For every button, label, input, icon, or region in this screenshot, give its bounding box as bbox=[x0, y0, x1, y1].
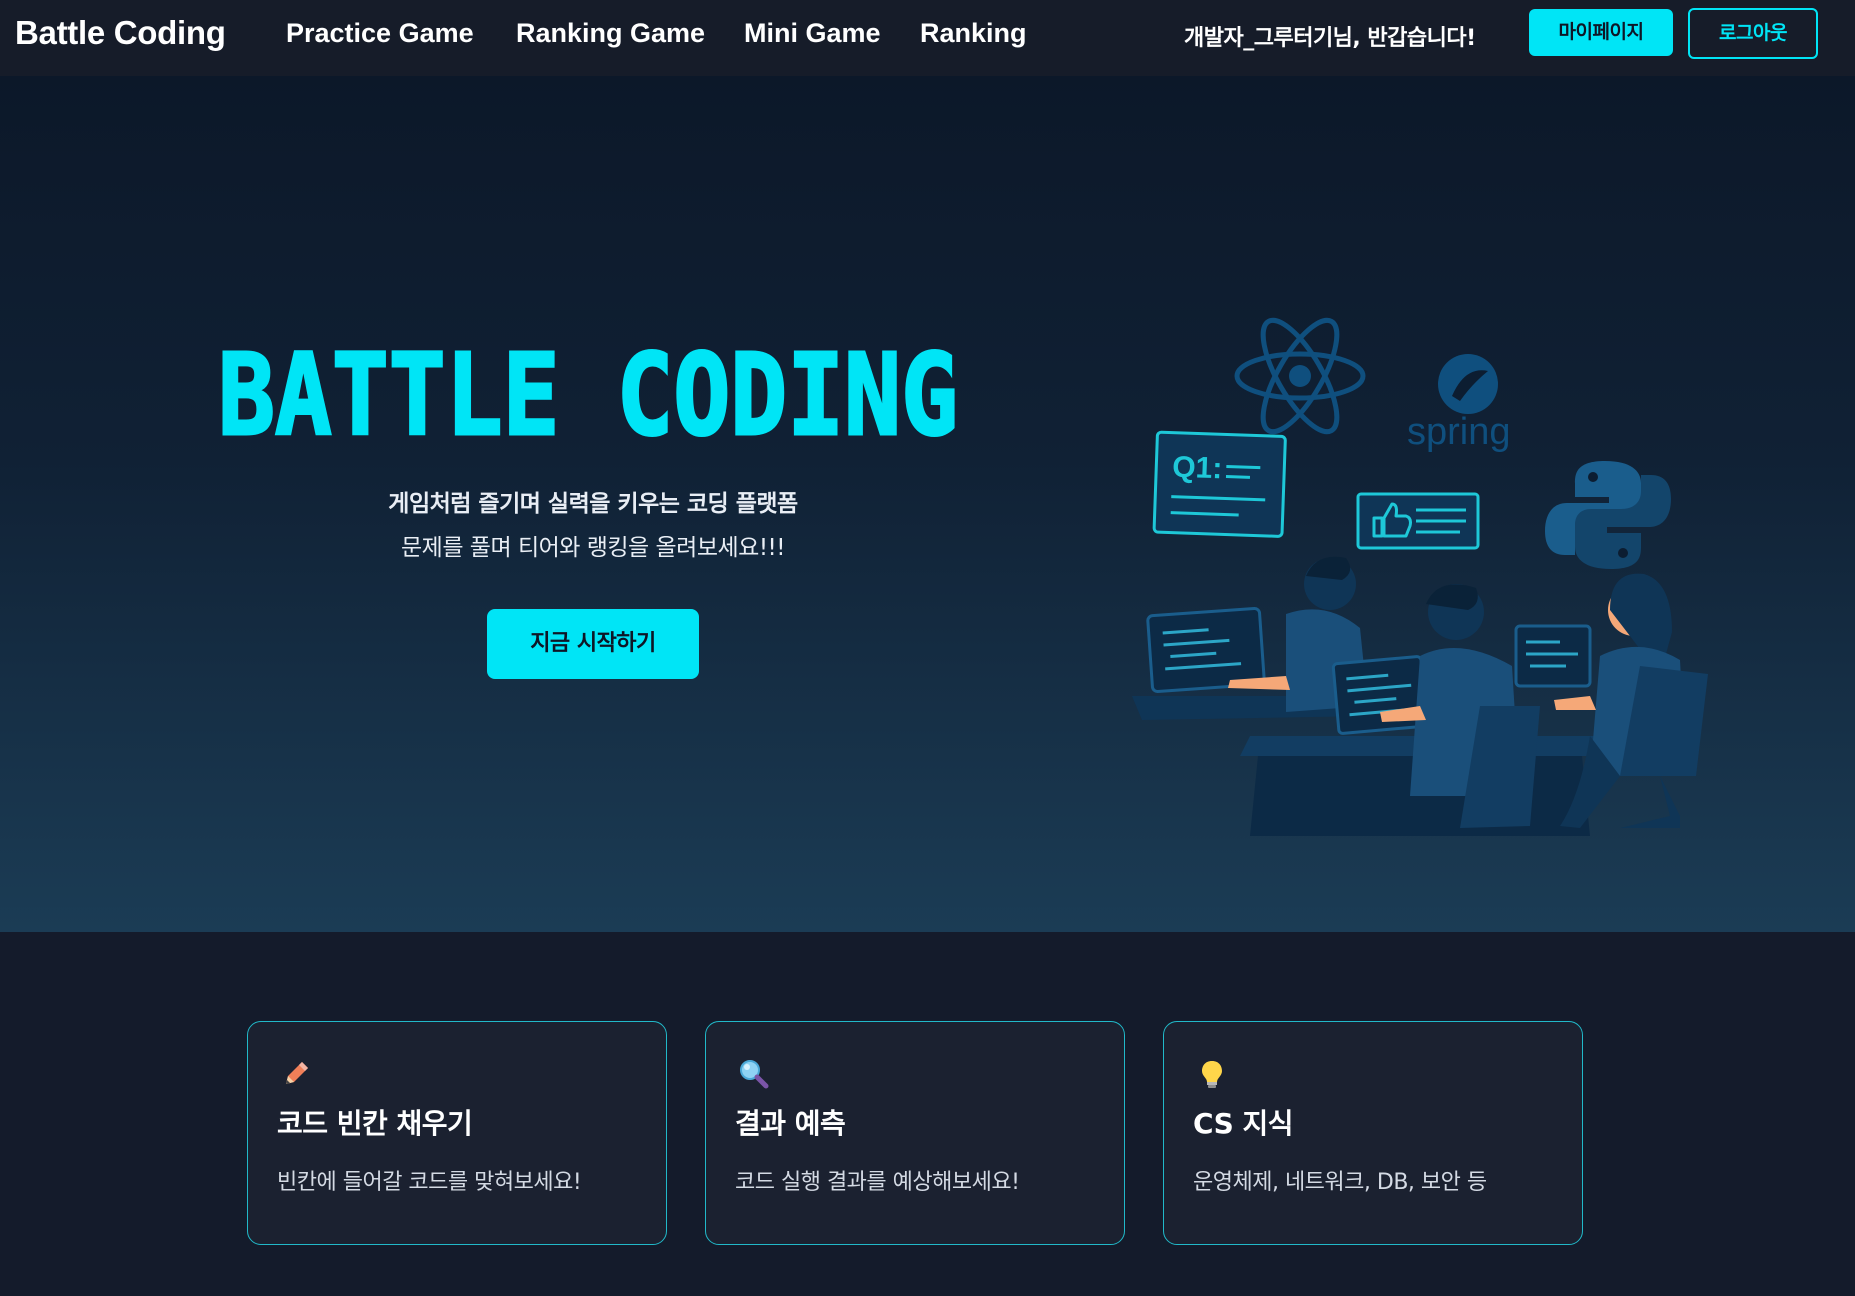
quiz-label: Q1: bbox=[1172, 451, 1223, 486]
start-now-button[interactable]: 지금 시작하기 bbox=[487, 609, 699, 679]
feature-card-fill-blank[interactable]: 코드 빈칸 채우기 빈칸에 들어갈 코드를 맞혀보세요! bbox=[247, 1021, 667, 1245]
feature-card-result-prediction[interactable]: 결과 예측 코드 실행 결과를 예상해보세요! bbox=[705, 1021, 1125, 1245]
nav-ranking-game[interactable]: Ranking Game bbox=[516, 18, 705, 49]
feature-description: 빈칸에 들어갈 코드를 맞혀보세요! bbox=[277, 1170, 582, 1195]
spring-logo-text: spring bbox=[1407, 411, 1511, 453]
feature-title: 결과 예측 bbox=[735, 1107, 846, 1140]
feature-description: 코드 실행 결과를 예상해보세요! bbox=[735, 1170, 1020, 1195]
lightbulb-icon bbox=[1202, 1061, 1222, 1088]
hero-section: BATTLE CODING 게임처럼 즐기며 실력을 키우는 코딩 플랫폼 문제… bbox=[0, 76, 1855, 932]
hero-title: BATTLE CODING bbox=[218, 338, 960, 448]
hero-subtitle-line1: 게임처럼 즐기며 실력을 키우는 코딩 플랫폼 bbox=[388, 491, 798, 517]
feature-card-cs-knowledge[interactable]: CS 지식 운영체제, 네트워크, DB, 보안 등 bbox=[1163, 1021, 1583, 1245]
feature-description: 운영체제, 네트워크, DB, 보안 등 bbox=[1193, 1170, 1487, 1195]
top-navbar: Battle Coding Practice Game Ranking Game… bbox=[0, 0, 1855, 76]
nav-ranking[interactable]: Ranking bbox=[920, 18, 1027, 49]
thumbs-up-icon bbox=[1356, 492, 1480, 550]
developers-illustration bbox=[1132, 556, 1708, 836]
nav-mini-game[interactable]: Mini Game bbox=[744, 18, 881, 49]
brand-logo[interactable]: Battle Coding bbox=[15, 14, 226, 52]
logout-button[interactable]: 로그아웃 bbox=[1688, 8, 1818, 59]
react-logo-icon bbox=[1234, 317, 1366, 435]
magnifier-icon bbox=[740, 1060, 769, 1089]
nav-practice-game[interactable]: Practice Game bbox=[286, 18, 474, 49]
feature-title: CS 지식 bbox=[1193, 1107, 1294, 1140]
pencil-icon bbox=[286, 1062, 308, 1084]
hero-title-text: BATTLE CODING bbox=[218, 338, 958, 448]
hero-subtitle-line2: 문제를 풀며 티어와 랭킹을 올려보세요!!! bbox=[401, 535, 785, 561]
hero-illustration: spring Q1: bbox=[1132, 317, 1708, 836]
python-logo-icon bbox=[1545, 461, 1671, 569]
user-greeting: 개발자_그루터기님, 반갑습니다! bbox=[1184, 26, 1476, 51]
spring-logo-icon: spring bbox=[1407, 354, 1511, 453]
quiz-screen-icon: Q1: bbox=[1152, 430, 1287, 538]
feature-title: 코드 빈칸 채우기 bbox=[277, 1107, 473, 1140]
mypage-button[interactable]: 마이페이지 bbox=[1529, 9, 1673, 56]
